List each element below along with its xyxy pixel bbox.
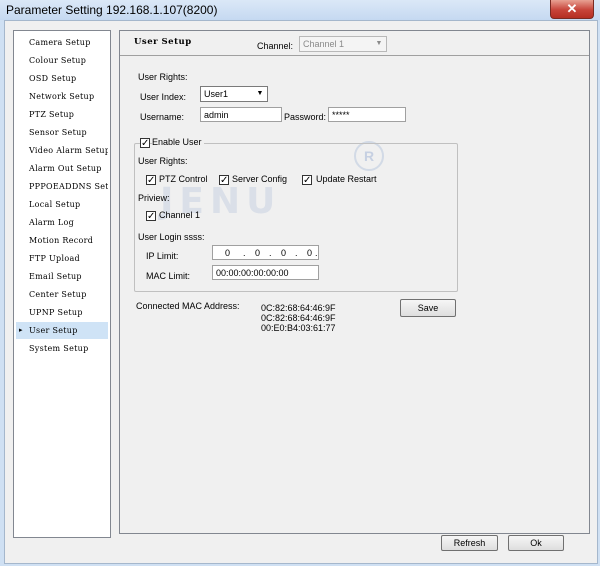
user-login-label: User Login ssss: [138,232,205,242]
user-index-select[interactable]: User1 ▼ [200,86,268,102]
header-divider [120,55,589,56]
nav-item-system-setup[interactable]: System Setup [16,340,108,357]
nav-item-colour-setup[interactable]: Colour Setup [16,52,108,69]
ptz-control-label: PTZ Control [159,174,208,184]
nav-item-ptz-setup[interactable]: PTZ Setup [16,106,108,123]
username-value: admin [204,110,229,120]
nav-item-label: Alarm Out Setup [29,164,102,173]
nav-item-label: Motion Record [29,236,94,245]
ip-dot: . [315,248,318,258]
close-button[interactable]: ✕ [550,0,594,19]
chevron-down-icon: ▼ [256,90,264,97]
ok-button[interactable]: Ok [508,535,564,551]
nav-item-local-setup[interactable]: Local Setup [16,196,108,213]
nav-item-user-setup[interactable]: ▸ User Setup [16,322,108,339]
chevron-down-icon: ▼ [375,40,383,47]
channel-select[interactable]: Channel 1 ▼ [299,36,387,52]
selected-arrow-icon: ▸ [19,326,23,334]
group-user-rights-label: User Rights: [138,156,188,166]
password-label: Password: [284,112,327,122]
mac-address-item: 00:E0:B4:03:61:77 [261,323,336,333]
nav-item-label: User Setup [29,326,78,335]
title-bar[interactable]: Parameter Setting 192.168.1.107(8200) ✕ [0,0,600,20]
channel-select-value: Channel 1 [303,39,345,49]
connected-mac-label: Connected MAC Address: [136,301,240,311]
nav-item-alarm-out-setup[interactable]: Alarm Out Setup [16,160,108,177]
nav-item-ftp-upload[interactable]: FTP Upload [16,250,108,267]
mac-address-item: 0C:82:68:64:46:9F [261,303,336,313]
nav-item-label: UPNP Setup [29,308,83,317]
ip-dot: . [243,248,246,258]
nav-item-video-alarm-setup[interactable]: Video Alarm Setup [16,142,108,159]
parameter-setting-window: Parameter Setting 192.168.1.107(8200) ✕ … [0,0,600,566]
nav-item-label: Network Setup [29,92,95,101]
nav-item-label: OSD Setup [29,74,77,83]
ip-octet-3: 0 [281,248,287,258]
nav-item-network-setup[interactable]: Network Setup [16,88,108,105]
nav-item-label: Sensor Setup [29,128,87,137]
client-area: Camera Setup Colour Setup OSD Setup Netw… [4,20,598,564]
nav-item-motion-record[interactable]: Motion Record [16,232,108,249]
ip-octet-1: 0 [225,248,231,258]
nav-item-label: Local Setup [29,200,81,209]
nav-item-label: FTP Upload [29,254,80,263]
nav-item-email-setup[interactable]: Email Setup [16,268,108,285]
nav-item-pppoeaddns-setup[interactable]: PPPOEADDNS Setup [16,178,108,195]
nav-item-camera-setup[interactable]: Camera Setup [16,34,108,51]
nav-item-label: Alarm Log [29,218,75,227]
ip-octet-4: 0 [307,248,313,258]
panel-title: User Setup [134,37,192,47]
password-field[interactable]: ***** [328,107,406,122]
server-config-label: Server Config [232,174,288,184]
username-label: Username: [140,112,185,122]
nav-item-label: Email Setup [29,272,82,281]
connected-mac-list: 0C:82:68:64:46:9F 0C:82:68:64:46:9F 00:E… [261,303,336,333]
nav-item-sensor-setup[interactable]: Sensor Setup [16,124,108,141]
user-index-label: User Index: [140,92,187,102]
update-restart-label: Update Restart [316,174,377,184]
enable-user-checkbox[interactable]: ✓ [140,138,150,149]
mac-address-item: 0C:82:68:64:46:9F [261,313,336,323]
ptz-control-checkbox[interactable]: ✓ [146,175,156,186]
refresh-button[interactable]: Refresh [441,535,498,551]
ip-limit-label: IP Limit: [146,251,179,261]
password-value: ***** [332,110,350,120]
channel-label: Channel: [257,41,294,51]
user-rights-heading: User Rights: [138,72,188,82]
nav-item-label: System Setup [29,344,89,353]
channel1-label: Channel 1 [159,210,201,220]
nav-item-label: Center Setup [29,290,87,299]
username-field[interactable]: admin [200,107,282,122]
close-icon: ✕ [566,1,578,16]
ip-limit-field[interactable]: 0 . 0 . 0 . 0 . [212,245,319,260]
nav-item-alarm-log[interactable]: Alarm Log [16,214,108,231]
mac-limit-field[interactable]: 00:00:00:00:00:00 [212,265,319,280]
nav-item-osd-setup[interactable]: OSD Setup [16,70,108,87]
ip-dot: . [295,248,298,258]
server-config-checkbox[interactable]: ✓ [219,175,229,186]
user-index-value: User1 [204,89,229,99]
nav-item-upnp-setup[interactable]: UPNP Setup [16,304,108,321]
mac-limit-label: MAC Limit: [146,271,191,281]
enable-user-label: Enable User [152,137,204,147]
update-restart-checkbox[interactable]: ✓ [302,175,312,186]
settings-nav-list: Camera Setup Colour Setup OSD Setup Netw… [13,30,111,538]
nav-item-label: Colour Setup [29,56,87,65]
channel1-checkbox[interactable]: ✓ [146,211,156,222]
nav-item-label: PTZ Setup [29,110,75,119]
window-title: Parameter Setting 192.168.1.107(8200) [6,3,218,17]
mac-limit-value: 00:00:00:00:00:00 [216,268,289,278]
save-button[interactable]: Save [400,299,456,317]
nav-item-center-setup[interactable]: Center Setup [16,286,108,303]
nav-item-label: Camera Setup [29,38,91,47]
preview-label: Priview: [138,193,170,203]
ip-dot: . [269,248,272,258]
nav-item-label: Video Alarm Setup [29,146,108,155]
user-setup-panel: User Setup Channel: Channel 1 ▼ JENU R U… [119,30,590,534]
nav-item-label: PPPOEADDNS Setup [29,182,108,191]
ip-octet-2: 0 [255,248,261,258]
